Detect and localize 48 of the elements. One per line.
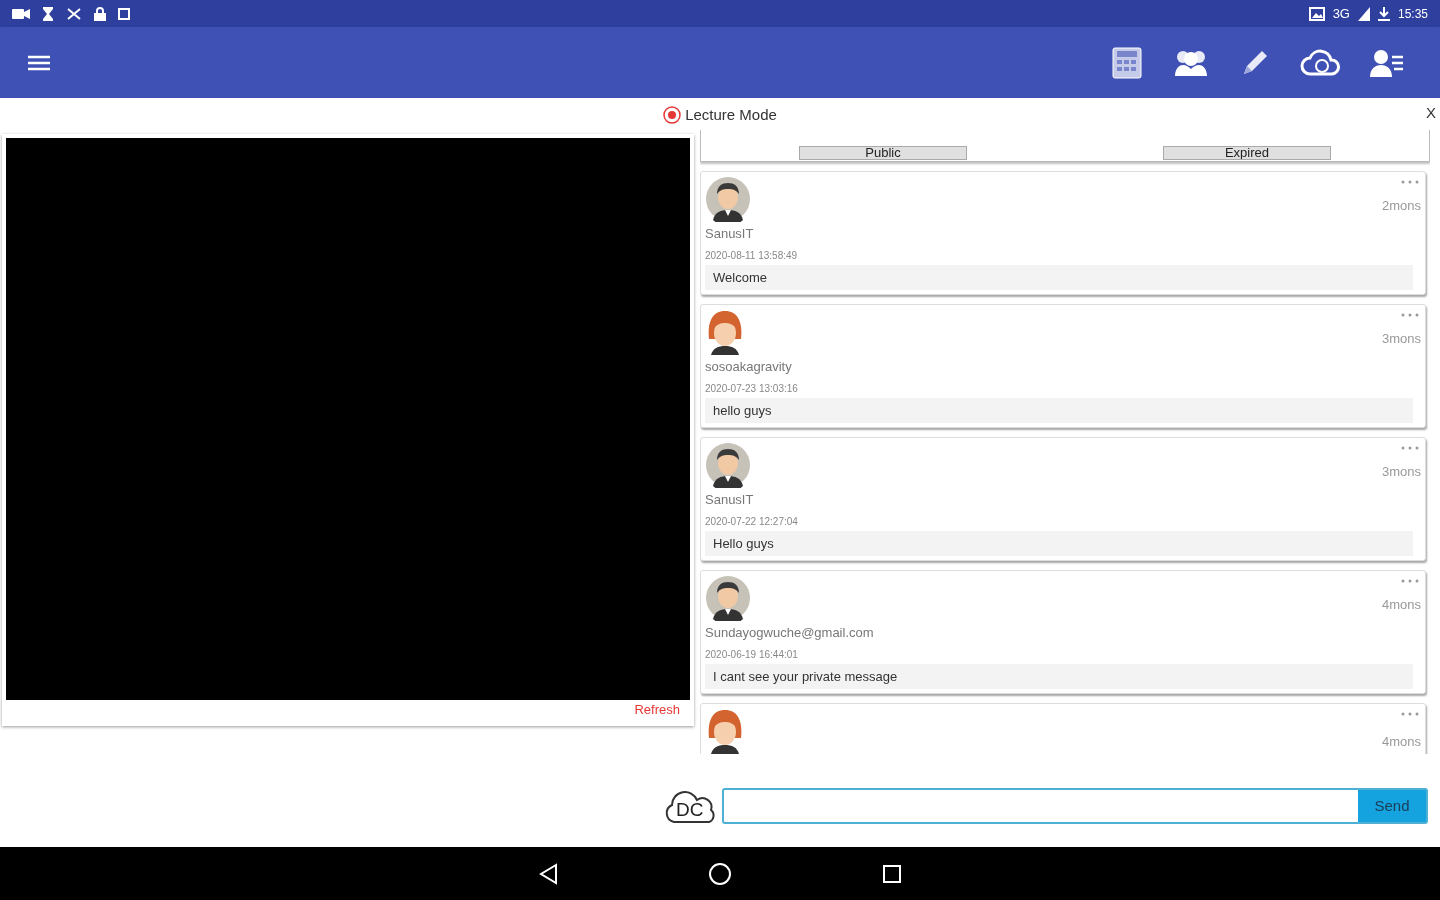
calculator-icon[interactable] [1112,46,1142,79]
lock-icon [94,6,106,21]
post-age: 2mons [1381,197,1421,215]
person-avatar [705,442,751,488]
hourglass-icon [42,6,54,21]
author-name: SanusIT [705,225,755,243]
cloud-icon[interactable] [1300,48,1340,77]
more-icon[interactable] [1401,712,1419,716]
person-avatar [705,575,751,621]
recents-icon[interactable] [882,863,902,884]
camera-icon [12,7,30,20]
home-icon[interactable] [708,861,732,886]
post-age: 3mons [1381,463,1421,481]
post-timestamp: 2020-07-23 13:03:16 [705,381,799,396]
post-age: 3mons [1381,330,1421,348]
post-age: 4mons [1381,733,1421,751]
image-icon [1308,6,1325,21]
refresh-link[interactable]: Refresh [634,700,680,720]
author-name: Sundayogwuche@gmail.com [705,624,875,642]
more-icon[interactable] [1401,180,1419,184]
dialog-title: Lecture Mode [685,104,777,125]
post-age: 4mons [1381,596,1421,614]
more-icon[interactable] [1401,446,1419,450]
logo-text: DC [676,800,704,820]
signal-icon [1357,6,1370,21]
author-name: SanusIT [705,491,755,509]
filter-button[interactable]: Public [799,146,967,160]
post-message: Welcome [705,264,1413,290]
filter-button[interactable]: Expired [1163,146,1331,160]
more-icon[interactable] [1401,579,1419,583]
post-message: hello guys [705,397,1413,423]
menu-icon[interactable] [28,54,50,71]
post-timestamp: 2020-07-22 12:27:04 [705,514,799,529]
author-name: sosoakagravity [705,358,793,376]
network-type: 3G [1332,4,1350,23]
square-icon [118,7,130,20]
download-icon [1377,6,1390,21]
user-list-icon[interactable] [1370,47,1404,78]
post-timestamp: 2020-08-11 13:58:49 [705,248,799,263]
back-icon[interactable] [538,862,558,885]
signal-off-icon [66,6,82,21]
clock-time: 15:35 [1397,5,1428,23]
more-icon[interactable] [1401,313,1419,317]
post-timestamp: 2020-06-19 16:44:01 [705,647,799,662]
close-button[interactable]: X [1426,102,1436,125]
post-message: I cant see your private message [705,663,1413,689]
person-avatar [705,176,751,222]
post-message: Hello guys [705,530,1413,556]
